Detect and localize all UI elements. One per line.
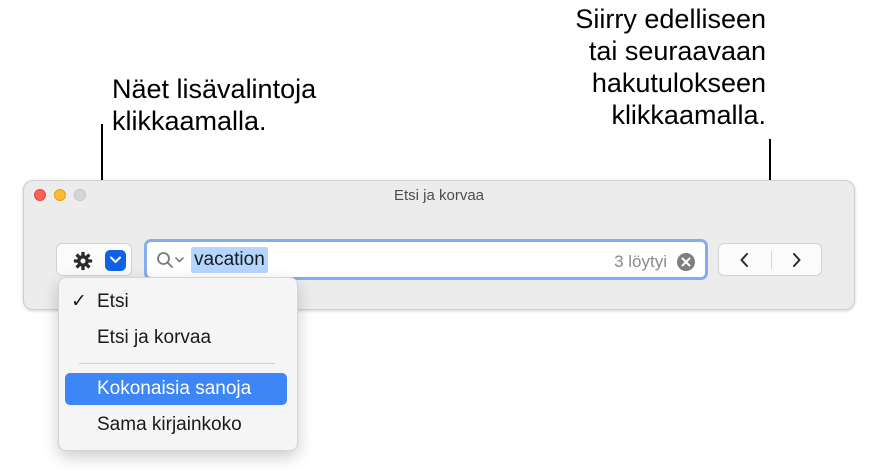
search-icon <box>157 252 184 268</box>
next-result-button[interactable] <box>771 244 823 275</box>
window-title: Etsi ja korvaa <box>393 187 485 204</box>
clear-search-icon[interactable] <box>676 252 696 272</box>
result-navigation <box>718 243 822 276</box>
menu-item-whole-words[interactable]: Kokonaisia sanoja <box>65 373 287 405</box>
chevron-left-icon <box>740 253 748 267</box>
callout-options: Näet lisävalintoja klikkaamalla. <box>112 74 317 136</box>
menu-item-find-replace[interactable]: Etsi ja korvaa <box>65 322 287 354</box>
options-dropdown-indicator <box>105 250 126 271</box>
menu-item-match-case[interactable]: Sama kirjainkoko <box>65 409 287 441</box>
chevron-right-icon <box>793 253 801 267</box>
search-input[interactable]: vacation 3 löytyi <box>144 239 708 280</box>
checkmark-icon: ✓ <box>71 291 87 312</box>
result-count: 3 löytyi <box>614 252 667 271</box>
menu-item-find[interactable]: ✓ Etsi <box>65 286 287 318</box>
options-popup-button[interactable] <box>56 243 132 276</box>
search-term[interactable]: vacation <box>191 247 268 273</box>
menu-item-label: Etsi ja korvaa <box>97 327 212 348</box>
menu-item-label: Etsi <box>97 291 129 312</box>
menu-separator <box>79 363 275 364</box>
options-menu: ✓ Etsi Etsi ja korvaa Kokonaisia sanoja … <box>58 277 298 451</box>
previous-result-button[interactable] <box>719 244 771 275</box>
title-bar: Etsi ja korvaa <box>24 181 854 211</box>
chevron-down-icon <box>110 256 121 263</box>
callout-navigation: Siirry edelliseen tai seuraavaan hakutul… <box>575 4 766 130</box>
menu-item-label: Sama kirjainkoko <box>97 414 242 435</box>
gear-icon <box>73 251 93 271</box>
menu-item-label: Kokonaisia sanoja <box>97 378 252 399</box>
